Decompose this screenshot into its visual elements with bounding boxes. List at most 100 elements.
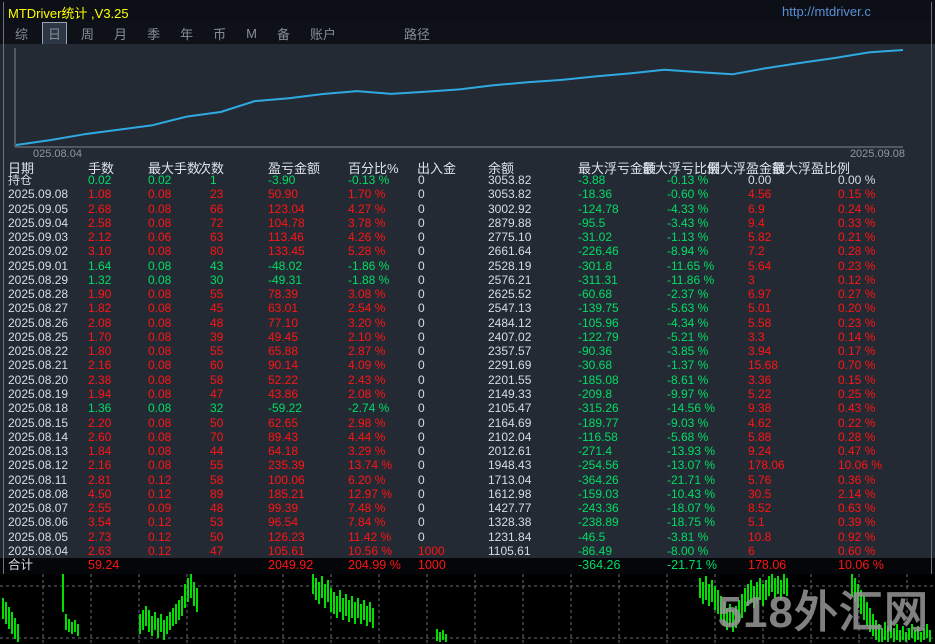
menu-item-7[interactable]: M — [241, 25, 262, 42]
cell: 0.08 — [148, 344, 172, 359]
cell: 78.39 — [268, 287, 299, 302]
cell: 2484.12 — [488, 315, 532, 330]
cell: 1105.61 — [488, 543, 531, 558]
cell: 2.58 — [88, 215, 112, 230]
cell: 0.39 % — [838, 515, 876, 530]
cell: 5.76 — [748, 472, 772, 487]
cell: 0.21 % — [838, 230, 876, 245]
cell: 5.01 — [748, 301, 772, 316]
titlebar-url-link[interactable]: http://mtdriver.c — [782, 4, 930, 19]
table-row: 2025.09.01 1.64 0.08 43 -48.02 -1.86 % 0 2528.1… — [0, 259, 935, 273]
cell: 0 — [418, 244, 425, 259]
cell: 3.20 % — [348, 315, 386, 330]
menu-item-8[interactable]: 备 — [272, 23, 295, 44]
table-row: 2025.08.12 2.16 0.08 55 235.39 13.74 % 0 1948.4… — [0, 458, 935, 472]
table-row: 2025.09.08 1.08 0.08 23 50.90 1.70 % 0 3053.82 -… — [0, 187, 935, 201]
cell: 3.08 % — [348, 287, 386, 302]
cell: 0.08 — [148, 444, 172, 459]
cell: -8.94 % — [667, 244, 709, 259]
cell: 2661.64 — [488, 244, 532, 259]
menu-item-4[interactable]: 季 — [142, 23, 165, 44]
cell: -0.13 % — [667, 173, 709, 187]
cell: 2.38 — [88, 372, 112, 387]
cell: 0.20 % — [838, 301, 876, 316]
cell: 113.46 — [268, 230, 304, 245]
daily-stats-table: 日期 手数 最大手数 次数 盈亏金额 百分比% 出入金 余额 最大浮亏金额 最大浮亏比例 最大浮盈金… — [0, 158, 935, 574]
cell: 2.87 % — [348, 344, 386, 359]
menu-item-2[interactable]: 周 — [76, 23, 99, 44]
menu-item-3[interactable]: 月 — [109, 23, 132, 44]
cell: 0 — [418, 215, 425, 230]
cell: 47 — [210, 543, 224, 558]
cell: -5.21 % — [667, 329, 709, 344]
cell: -4.34 % — [667, 315, 709, 330]
menu-item-1[interactable]: 日 — [42, 21, 68, 45]
cell: -9.03 % — [667, 415, 709, 430]
cell: 178.06 — [748, 558, 787, 573]
cell: 3.29 % — [348, 444, 386, 459]
cell: 2.73 — [88, 529, 112, 544]
cell: 0.12 — [148, 529, 172, 544]
cell: -86.49 — [578, 543, 613, 558]
cell: -105.96 — [578, 315, 619, 330]
cell: -2.74 % — [348, 401, 390, 416]
menu-item-6[interactable]: 币 — [208, 23, 231, 44]
cell: 58 — [210, 372, 224, 387]
cell: 99.39 — [268, 501, 299, 516]
cell: 0 — [418, 401, 425, 416]
menu-item-0[interactable]: 综 — [10, 23, 33, 44]
cell: -5.68 % — [667, 429, 709, 444]
cell: 2025.08.21 — [8, 358, 69, 373]
cell: -2.37 % — [667, 287, 709, 302]
cell: 235.39 — [268, 458, 305, 473]
cell: -226.46 — [578, 244, 619, 259]
cell: 96.54 — [268, 515, 299, 530]
cell: 2.08 — [88, 315, 112, 330]
cell: 4.26 % — [348, 230, 386, 245]
cell: 3053.82 — [488, 187, 532, 202]
cell: 4.56 — [748, 187, 772, 202]
cell: 2025.08.27 — [8, 301, 69, 316]
cell: 49.45 — [268, 329, 299, 344]
table-row: 2025.08.25 1.70 0.08 39 49.45 2.10 % 0 2407.02 -… — [0, 330, 935, 344]
cell: 3002.92 — [488, 201, 532, 216]
title-bar[interactable]: MTDriver统计 ,V3.25 http://mtdriver.c — [0, 0, 935, 22]
cell: 0.06 — [148, 230, 172, 245]
cell: 0.08 — [148, 401, 172, 416]
menu-item-path[interactable]: 路径 — [399, 23, 435, 44]
cell: 0.00 — [748, 173, 772, 187]
cell: 2.16 — [88, 458, 112, 473]
cell: -1.88 % — [348, 272, 390, 287]
cell: 0 — [418, 529, 425, 544]
cell: 2.55 — [88, 501, 112, 516]
cell: 5.22 — [748, 386, 772, 401]
cell: -59.22 — [268, 401, 303, 416]
cell: 6.9 — [748, 201, 765, 216]
cell: 5.1 — [748, 515, 765, 530]
cell: 50 — [210, 529, 224, 544]
cell: 7.2 — [748, 244, 765, 259]
menu-item-9[interactable]: 账户 — [305, 23, 341, 44]
cell: 80 — [210, 244, 224, 259]
cell: 39 — [210, 329, 224, 344]
cell: 1.82 — [88, 301, 112, 316]
cell: 15.68 — [748, 358, 779, 373]
cell: 1.64 — [88, 258, 112, 273]
cell: 0.15 % — [838, 187, 876, 202]
mtdriver-stats-window: MTDriver统计 ,V3.25 http://mtdriver.c 综日周月… — [0, 0, 935, 644]
cell: 89.43 — [268, 429, 299, 444]
cell: 2012.61 — [488, 444, 532, 459]
cell: 3.36 — [748, 372, 772, 387]
cell: -159.03 — [578, 486, 619, 501]
cell: 7.84 % — [348, 515, 386, 530]
cell: -311.31 — [578, 272, 618, 287]
cell: 2025.08.19 — [8, 386, 69, 401]
menu-item-5[interactable]: 年 — [175, 23, 198, 44]
cell: 4.44 % — [348, 429, 386, 444]
cell: 2025.08.05 — [8, 529, 69, 544]
cell: 0.08 — [148, 187, 172, 202]
cell: -3.81 % — [667, 529, 709, 544]
cell: 0.36 % — [838, 472, 876, 487]
cell: 0.28 % — [838, 244, 876, 259]
cell: 0.43 % — [838, 401, 876, 416]
